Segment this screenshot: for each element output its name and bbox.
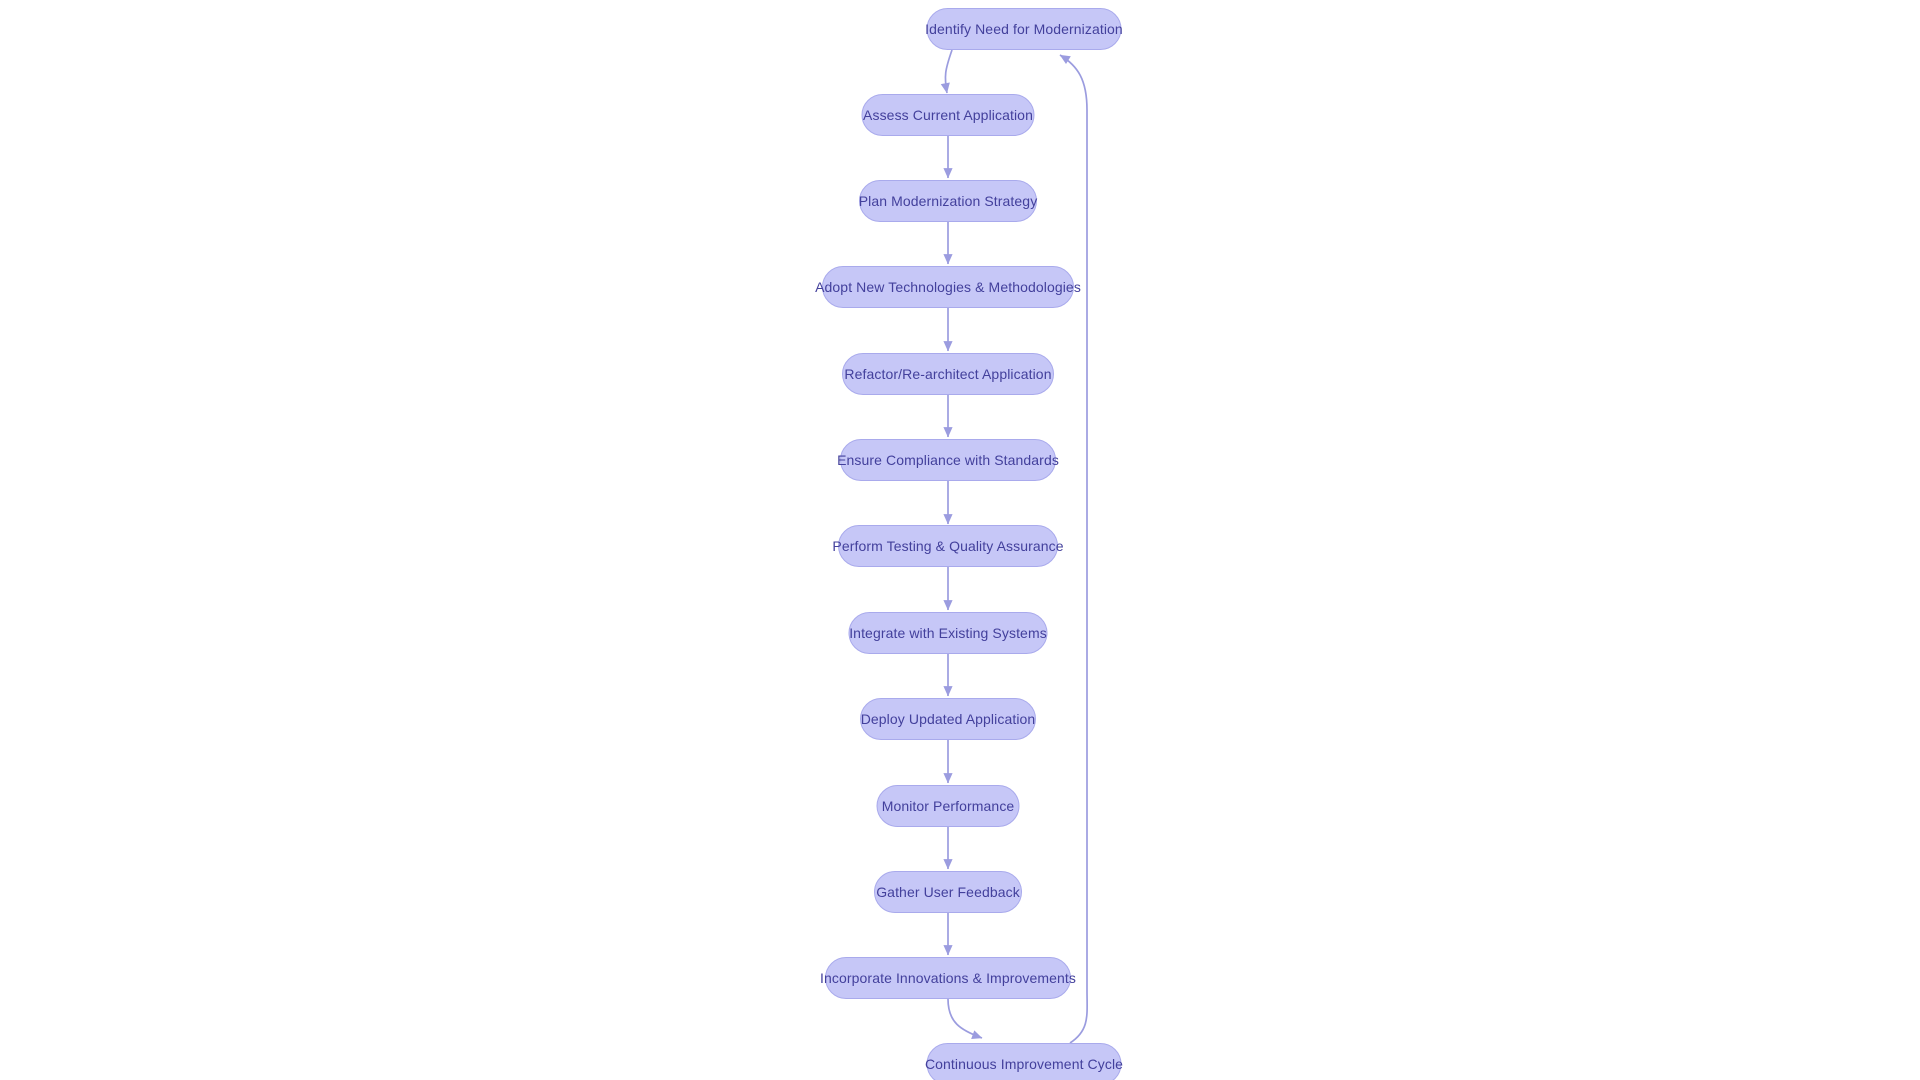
flow-node-label: Monitor Performance — [881, 798, 1015, 814]
flow-node-label: Refactor/Re-architect Application — [844, 366, 1052, 382]
flow-node-label: Deploy Updated Application — [860, 711, 1036, 727]
flow-node-n1[interactable]: Identify Need for Modernization — [925, 8, 1123, 50]
flow-node-n4[interactable]: Adopt New Technologies & Methodologies — [815, 266, 1081, 308]
flow-node-n11[interactable]: Gather User Feedback — [874, 871, 1022, 913]
flow-node-n7[interactable]: Perform Testing & Quality Assurance — [832, 525, 1064, 567]
flow-node-n12[interactable]: Incorporate Innovations & Improvements — [820, 957, 1076, 999]
flow-node-label: Integrate with Existing Systems — [849, 625, 1047, 641]
flow-node-label: Gather User Feedback — [876, 884, 1020, 900]
flow-node-label: Assess Current Application — [863, 107, 1033, 123]
flow-node-label: Perform Testing & Quality Assurance — [832, 538, 1064, 554]
flow-node-n2[interactable]: Assess Current Application — [861, 94, 1035, 136]
flow-node-label: Adopt New Technologies & Methodologies — [815, 279, 1081, 295]
flow-node-n8[interactable]: Integrate with Existing Systems — [848, 612, 1048, 654]
flow-node-n6[interactable]: Ensure Compliance with Standards — [837, 439, 1059, 481]
flow-edge — [940, 49, 953, 94]
flow-node-n9[interactable]: Deploy Updated Application — [860, 698, 1036, 740]
flow-node-n5[interactable]: Refactor/Re-architect Application — [842, 353, 1054, 395]
flow-node-label: Incorporate Innovations & Improvements — [820, 970, 1076, 986]
flow-edge — [947, 998, 983, 1039]
flow-node-label: Continuous Improvement Cycle — [924, 1056, 1124, 1072]
flow-node-n13[interactable]: Continuous Improvement Cycle — [925, 1043, 1123, 1080]
flow-node-n10[interactable]: Monitor Performance — [876, 785, 1020, 827]
flow-node-n3[interactable]: Plan Modernization Strategy — [859, 180, 1037, 222]
flow-node-label: Plan Modernization Strategy — [858, 193, 1038, 209]
flowchart-canvas: Identify Need for Modernization Assess Cu… — [0, 0, 1920, 1080]
flow-node-label: Identify Need for Modernization — [925, 21, 1123, 37]
flow-node-label: Ensure Compliance with Standards — [837, 452, 1059, 468]
